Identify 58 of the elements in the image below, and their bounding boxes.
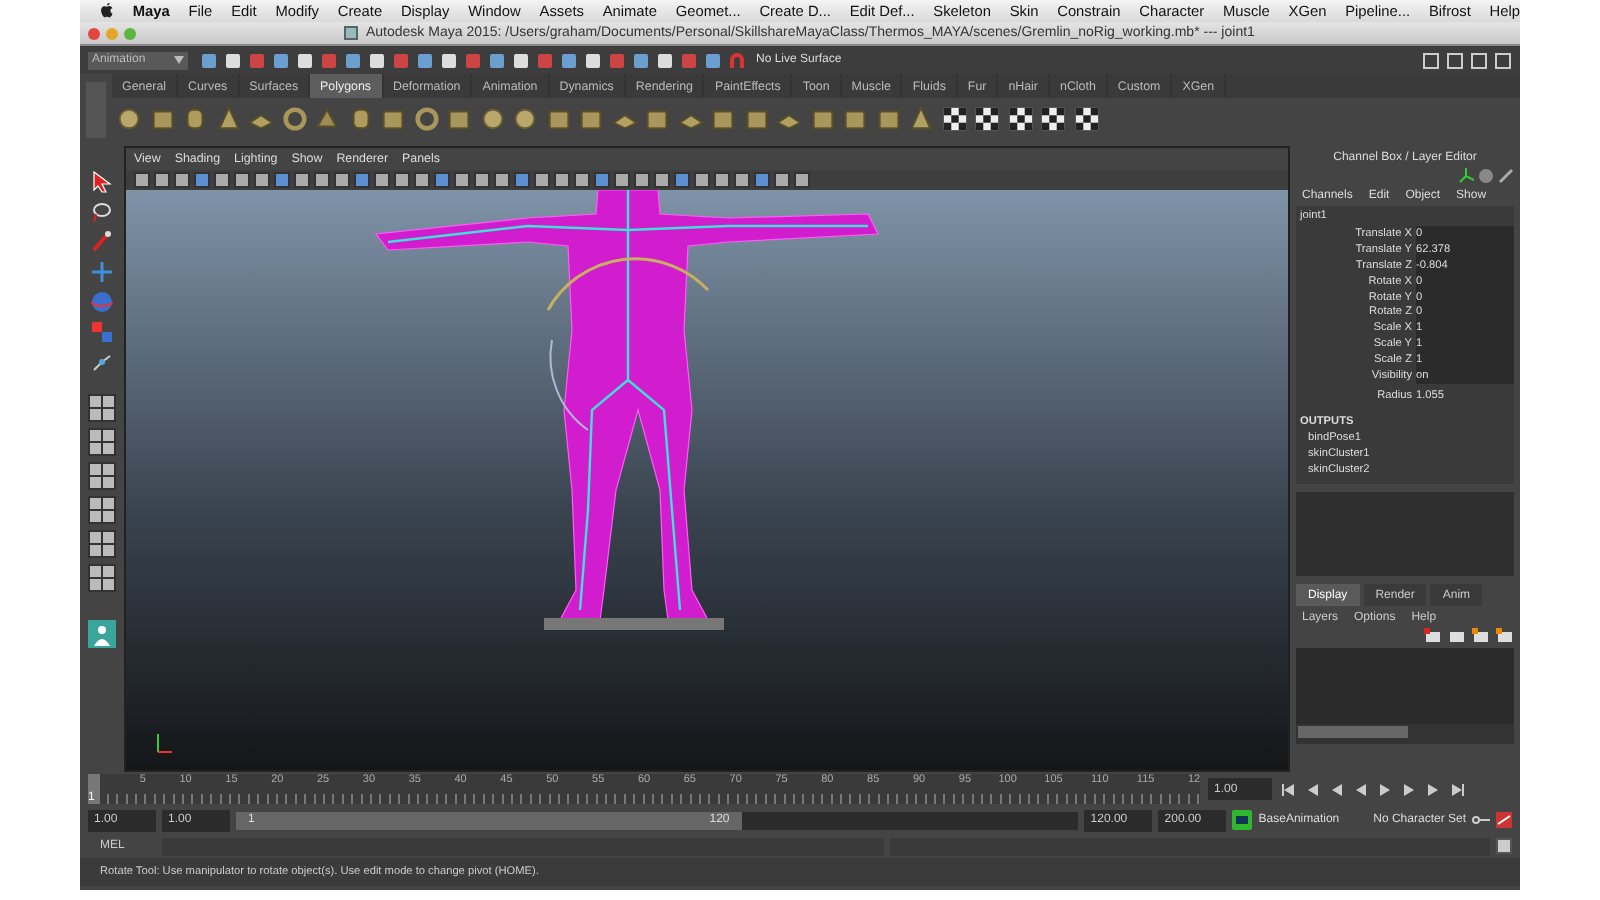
cylinder-icon[interactable] — [347, 106, 373, 132]
cube-icon[interactable] — [578, 106, 604, 132]
layer-tool-icon[interactable] — [1424, 628, 1442, 644]
cylinder-icon[interactable] — [182, 106, 208, 132]
layer-tool-icon[interactable] — [1472, 628, 1490, 644]
layout-grid-icon[interactable] — [88, 428, 116, 456]
cube-icon[interactable] — [875, 106, 901, 132]
checker-icon[interactable] — [941, 106, 967, 132]
layer-tool-icon[interactable] — [1496, 628, 1514, 644]
select-arrow-icon[interactable] — [90, 170, 114, 194]
axis-indicator-icon — [154, 730, 174, 754]
3d-viewport[interactable] — [126, 190, 1288, 770]
cube-icon[interactable] — [710, 106, 736, 132]
cube-icon[interactable] — [809, 106, 835, 132]
layout-grid-icon[interactable] — [88, 564, 116, 592]
script-editor-icon[interactable] — [1496, 838, 1512, 854]
axis-icon[interactable] — [1458, 168, 1474, 184]
cube-icon[interactable] — [743, 106, 769, 132]
cone-icon[interactable] — [215, 106, 241, 132]
cube-icon[interactable] — [545, 106, 571, 132]
move-arrows-icon[interactable] — [90, 260, 114, 284]
apple-logo-icon[interactable] — [100, 2, 114, 20]
lasso-icon[interactable] — [90, 200, 114, 224]
preferences-icon[interactable] — [1496, 812, 1512, 828]
paint-brush-icon[interactable] — [90, 230, 114, 254]
layout-grid-icon[interactable] — [88, 530, 116, 558]
document-icon — [344, 26, 358, 40]
key-icon[interactable] — [1472, 814, 1490, 826]
cube-icon[interactable] — [380, 106, 406, 132]
close-window-icon[interactable] — [88, 27, 100, 39]
sphere-icon[interactable] — [1478, 168, 1494, 184]
layout-grid-icon[interactable] — [88, 394, 116, 422]
outliner-figure-icon[interactable] — [88, 620, 116, 648]
checker-icon[interactable] — [1040, 106, 1066, 132]
playback-control-icon[interactable] — [1448, 781, 1466, 797]
checker-icon[interactable] — [974, 106, 1000, 132]
torus-icon[interactable] — [281, 106, 307, 132]
pen-icon[interactable] — [1498, 168, 1514, 184]
layer-tool-icon[interactable] — [1448, 628, 1466, 644]
cube-icon[interactable] — [446, 106, 472, 132]
cone-icon[interactable] — [908, 106, 934, 132]
joint-chain-icon[interactable] — [90, 350, 114, 374]
cube-icon[interactable] — [842, 106, 868, 132]
torus-icon[interactable] — [413, 106, 439, 132]
layer-stack-icon[interactable] — [1232, 810, 1253, 830]
layout-grid-icon[interactable] — [88, 496, 116, 524]
layout-grid-icon[interactable] — [88, 462, 116, 490]
pyramid-icon[interactable] — [314, 106, 340, 132]
cube-icon[interactable] — [644, 106, 670, 132]
playback-control-icon[interactable] — [1280, 781, 1298, 797]
sphere-icon[interactable] — [479, 106, 505, 132]
caret-icon — [174, 56, 184, 64]
checker-icon[interactable] — [1073, 106, 1099, 132]
cube-icon[interactable] — [149, 106, 175, 132]
scrollbar-thumb[interactable] — [1298, 726, 1408, 738]
sphere-icon[interactable] — [512, 106, 538, 132]
sphere-icon[interactable] — [116, 106, 142, 132]
checker-icon[interactable] — [1007, 106, 1033, 132]
